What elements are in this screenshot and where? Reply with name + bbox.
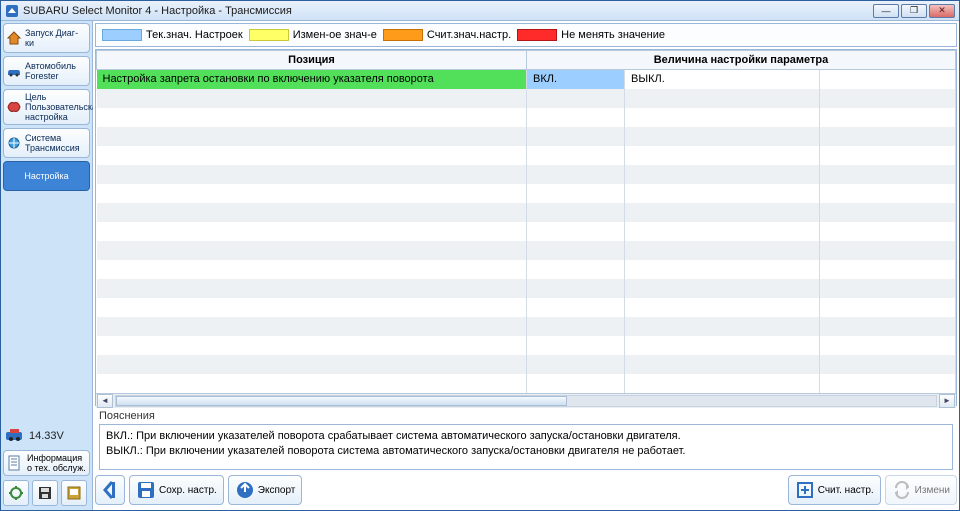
sidebar-item-label: Система Трансмиссия [25,133,87,153]
service-info-button[interactable]: Информация о тех. обслуж. [3,450,90,476]
save-disk-button[interactable] [32,480,58,506]
read-icon [795,480,815,500]
home-icon [6,30,22,46]
table-row[interactable] [97,108,956,127]
table-row[interactable] [97,298,956,317]
table-row[interactable] [97,355,956,374]
app-icon [5,4,19,18]
col-value[interactable]: Величина настройки параметра [527,51,956,70]
sidebar-item-label: Автомобиль Forester [25,61,87,81]
system-icon [6,135,22,151]
read-settings-label: Счит. настр. [818,485,874,496]
maximize-button[interactable]: ❐ [901,4,927,18]
table-body: Настройка запрета остановки по включению… [97,70,956,393]
table-row[interactable] [97,279,956,298]
voltage-value: 14.33V [29,430,64,442]
legend-label-current: Тек.знач. Настроек [146,29,243,41]
scroll-left-button[interactable]: ◄ [97,394,113,408]
table-row[interactable] [97,146,956,165]
scroll-thumb[interactable] [116,396,567,406]
explain-line-1: ВКЛ.: При включении указателей поворота … [106,429,946,444]
sidebar-item-label: Запуск Диаг-ки [25,28,87,48]
nav-back-button[interactable] [95,475,125,505]
cell-empty[interactable] [820,70,956,89]
sidebar-item-vehicle[interactable]: Автомобиль Forester [3,56,90,86]
table-row[interactable] [97,165,956,184]
export-label: Экспорт [258,485,296,496]
minimize-button[interactable]: — [873,4,899,18]
change-icon [892,480,912,500]
table-row[interactable] [97,374,956,393]
app-window: SUBARU Select Monitor 4 - Настройка - Тр… [0,0,960,511]
export-button[interactable]: Экспорт [228,475,303,505]
legend-swatch-changed [249,29,289,41]
close-button[interactable]: ✕ [929,4,955,18]
table-row[interactable] [97,317,956,336]
table-row[interactable] [97,222,956,241]
scroll-right-button[interactable]: ► [939,394,955,408]
col-position[interactable]: Позиция [97,51,527,70]
legend-swatch-nochange [517,29,557,41]
save-settings-button[interactable]: Сохр. настр. [129,475,224,505]
table-row[interactable] [97,260,956,279]
cell-position[interactable]: Настройка запрета остановки по включению… [97,70,527,89]
car-icon [6,63,22,79]
table-row[interactable]: Настройка запрета остановки по включению… [97,70,956,89]
voltage-status: 14.33V [3,424,90,448]
cell-value-a[interactable]: ВКЛ. [527,70,625,89]
cell-value-b[interactable]: ВЫКЛ. [625,70,820,89]
change-label: Измени [915,485,950,496]
legend-label-nochange: Не менять значение [561,29,665,41]
sidebar-item-setup[interactable]: Настройка [3,161,90,191]
sidebar: Запуск Диаг-ки Автомобиль Forester Цель … [1,21,93,510]
export-icon [235,480,255,500]
footer-toolbar: Сохр. настр. Экспорт Счит. настр. Измени [95,472,957,508]
explain-label: Пояснения [99,410,953,422]
service-info-label: Информация о тех. обслуж. [27,453,87,473]
capture-button[interactable] [61,480,87,506]
legend-label-changed: Измен-ое знач-е [293,29,377,41]
save-icon [136,480,156,500]
legend-swatch-read [383,29,423,41]
target-icon [6,99,22,115]
window-title: SUBARU Select Monitor 4 - Настройка - Тр… [23,5,292,17]
legend-swatch-current [102,29,142,41]
titlebar: SUBARU Select Monitor 4 - Настройка - Тр… [1,1,959,21]
settings-button[interactable] [3,480,29,506]
sidebar-item-label: Цель Пользовательская настройка [25,92,102,122]
main-area: Тек.знач. Настроек Измен-ое знач-е Счит.… [93,21,959,510]
sidebar-item-home[interactable]: Запуск Диаг-ки [3,23,90,53]
sidebar-item-target[interactable]: Цель Пользовательская настройка [3,89,90,125]
table-row[interactable] [97,89,956,108]
table-row[interactable] [97,203,956,222]
document-icon [6,454,24,472]
read-settings-button[interactable]: Счит. настр. [788,475,881,505]
table-row[interactable] [97,336,956,355]
table-row[interactable] [97,127,956,146]
sidebar-item-system[interactable]: Система Трансмиссия [3,128,90,158]
battery-icon [5,428,25,444]
table-row[interactable] [97,184,956,203]
bottom-icon-row [3,478,90,508]
settings-table-wrap: Позиция Величина настройки параметра Нас… [95,49,957,406]
horizontal-scrollbar[interactable]: ◄ ► [96,393,956,408]
scroll-track[interactable] [115,395,937,407]
sidebar-item-label: Настройка [6,171,87,181]
table-row[interactable] [97,241,956,260]
save-settings-label: Сохр. настр. [159,485,217,496]
change-button[interactable]: Измени [885,475,957,505]
explain-box: ВКЛ.: При включении указателей поворота … [99,424,953,470]
explain-line-2: ВЫКЛ.: При включении указателей поворота… [106,444,946,459]
legend-label-read: Счит.знач.настр. [427,29,511,41]
legend-bar: Тек.знач. Настроек Измен-ое знач-е Счит.… [95,23,957,47]
settings-table: Позиция Величина настройки параметра Нас… [96,50,956,393]
